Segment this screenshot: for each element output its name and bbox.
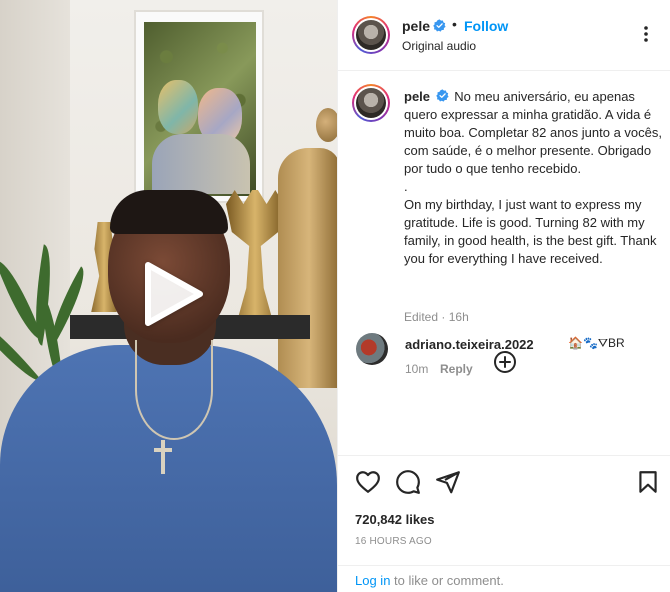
- post-timestamp: 16 HOURS AGO: [355, 536, 432, 547]
- comment-text: 🏠🐾⛛BR: [568, 336, 625, 350]
- comment-item: adriano.teixeira.2022 🏠🐾⛛BR 10m Reply: [338, 331, 670, 391]
- play-icon: [145, 262, 203, 326]
- separator-dot: •: [452, 16, 457, 32]
- login-link[interactable]: Log in: [355, 573, 390, 588]
- bookmark-icon[interactable]: [635, 469, 661, 495]
- author-avatar[interactable]: [352, 16, 390, 54]
- comment-time: 10m: [405, 362, 429, 376]
- person-hair: [110, 190, 228, 234]
- commenter-username[interactable]: adriano.teixeira.2022: [405, 337, 534, 352]
- likes-count[interactable]: 720,842 likes: [355, 512, 435, 527]
- post-details-panel: pele • Follow Original audio pele No meu…: [337, 0, 670, 592]
- more-options-icon[interactable]: [636, 24, 656, 44]
- heart-icon[interactable]: [355, 469, 381, 495]
- caption-username[interactable]: pele: [404, 89, 430, 104]
- login-suffix: to like or comment.: [390, 573, 504, 588]
- reply-button[interactable]: Reply: [440, 362, 473, 376]
- play-button[interactable]: [140, 261, 204, 327]
- caption-time[interactable]: 16h: [449, 310, 469, 324]
- commenter-avatar[interactable]: [356, 333, 388, 365]
- video-player[interactable]: [0, 0, 337, 592]
- caption-separator: .: [404, 179, 408, 194]
- follow-button[interactable]: Follow: [464, 18, 508, 34]
- edited-label: Edited: [404, 310, 439, 324]
- necklace-cross: [161, 440, 165, 474]
- paper-plane-icon[interactable]: [435, 469, 461, 495]
- verified-badge-icon: [435, 89, 449, 102]
- verified-badge-icon: [433, 19, 446, 32]
- golden-statue: [278, 108, 337, 388]
- post-header: pele • Follow Original audio: [338, 0, 670, 71]
- wall-painting: [134, 10, 264, 203]
- caption-author-avatar[interactable]: [352, 84, 390, 122]
- caption-meta: Edited · 16h: [404, 310, 469, 324]
- comment-bubble-icon[interactable]: [395, 469, 421, 495]
- meta-separator: ·: [441, 310, 446, 324]
- necklace-chain: [135, 340, 213, 440]
- caption-english: On my birthday, I just want to express m…: [404, 197, 657, 266]
- caption-portuguese: No meu aniversário, eu apenas quero expr…: [404, 89, 662, 176]
- caption-text: pele No meu aniversário, eu apenas quero…: [404, 88, 664, 268]
- original-audio-link[interactable]: Original audio: [402, 39, 476, 53]
- login-prompt: Log in to like or comment.: [338, 565, 670, 592]
- caption-section: pele No meu aniversário, eu apenas quero…: [338, 72, 670, 452]
- author-username[interactable]: pele: [402, 18, 430, 34]
